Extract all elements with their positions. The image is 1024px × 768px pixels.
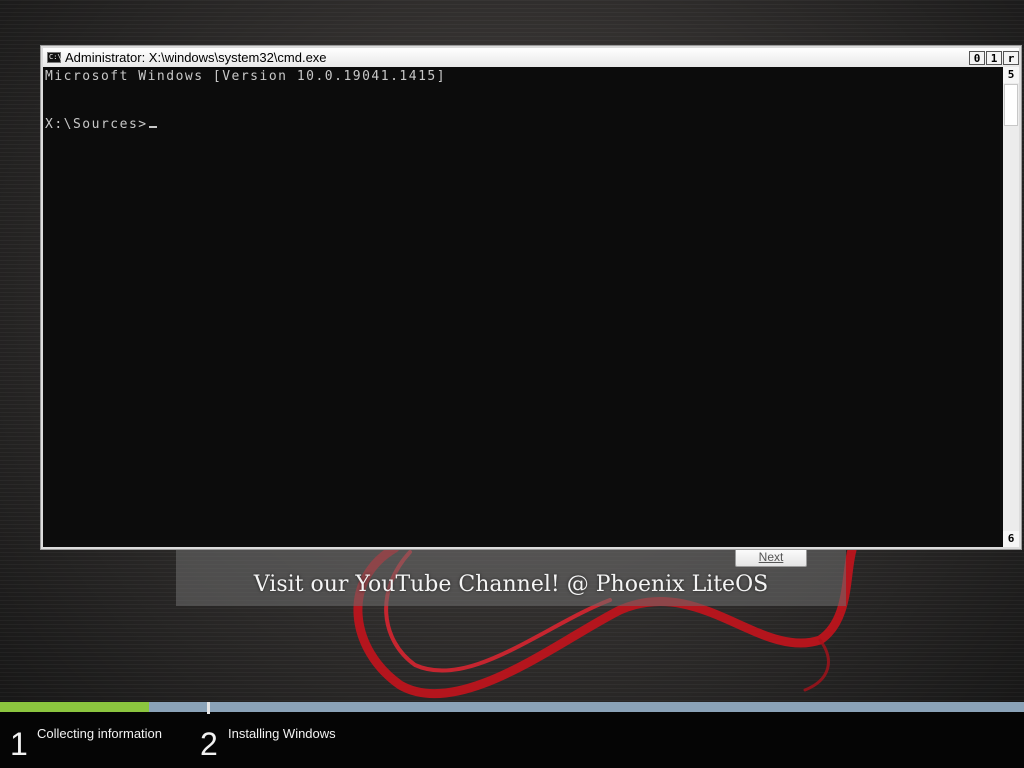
ribbon-stroke-tail: [803, 638, 830, 692]
minimize-button[interactable]: 0: [969, 51, 985, 65]
progress-fill-step-1: [0, 702, 150, 712]
step-1-number: 1: [10, 726, 28, 762]
setup-desktop-background: Next Visit our YouTube Channel! @ Phoeni…: [0, 0, 1024, 768]
scroll-up-arrow[interactable]: 5: [1003, 67, 1019, 83]
cmd-icon[interactable]: C:\: [47, 52, 62, 63]
vertical-scrollbar[interactable]: 5 6: [1003, 67, 1019, 547]
console-area[interactable]: Microsoft Windows [Version 10.0.19041.14…: [43, 67, 1003, 547]
next-button[interactable]: Next: [735, 548, 807, 567]
step-2-number: 2: [200, 726, 218, 762]
close-button[interactable]: r: [1003, 51, 1019, 65]
text-cursor: [148, 126, 157, 128]
maximize-button[interactable]: 1: [986, 51, 1002, 65]
step-2-label: Installing Windows: [228, 726, 336, 741]
console-prompt-line: X:\Sources>: [45, 117, 157, 132]
cmd-window[interactable]: C:\ Administrator: X:\windows\system32\c…: [40, 45, 1022, 550]
progress-track-step-2: [210, 702, 1024, 712]
scrollbar-thumb[interactable]: [1004, 84, 1018, 126]
console-prompt: X:\Sources>: [45, 117, 148, 132]
step-1-label: Collecting information: [37, 726, 163, 741]
scroll-down-arrow[interactable]: 6: [1003, 531, 1019, 547]
promo-banner-text: Visit our YouTube Channel! @ Phoenix Lit…: [253, 572, 769, 597]
console-version-line: Microsoft Windows [Version 10.0.19041.14…: [45, 69, 447, 84]
progress-track-step-1: [0, 702, 207, 712]
setup-progress-area: 1 Collecting information 2 Installing Wi…: [0, 702, 1024, 768]
window-title: Administrator: X:\windows\system32\cmd.e…: [65, 50, 327, 65]
title-bar[interactable]: C:\ Administrator: X:\windows\system32\c…: [43, 48, 1019, 67]
